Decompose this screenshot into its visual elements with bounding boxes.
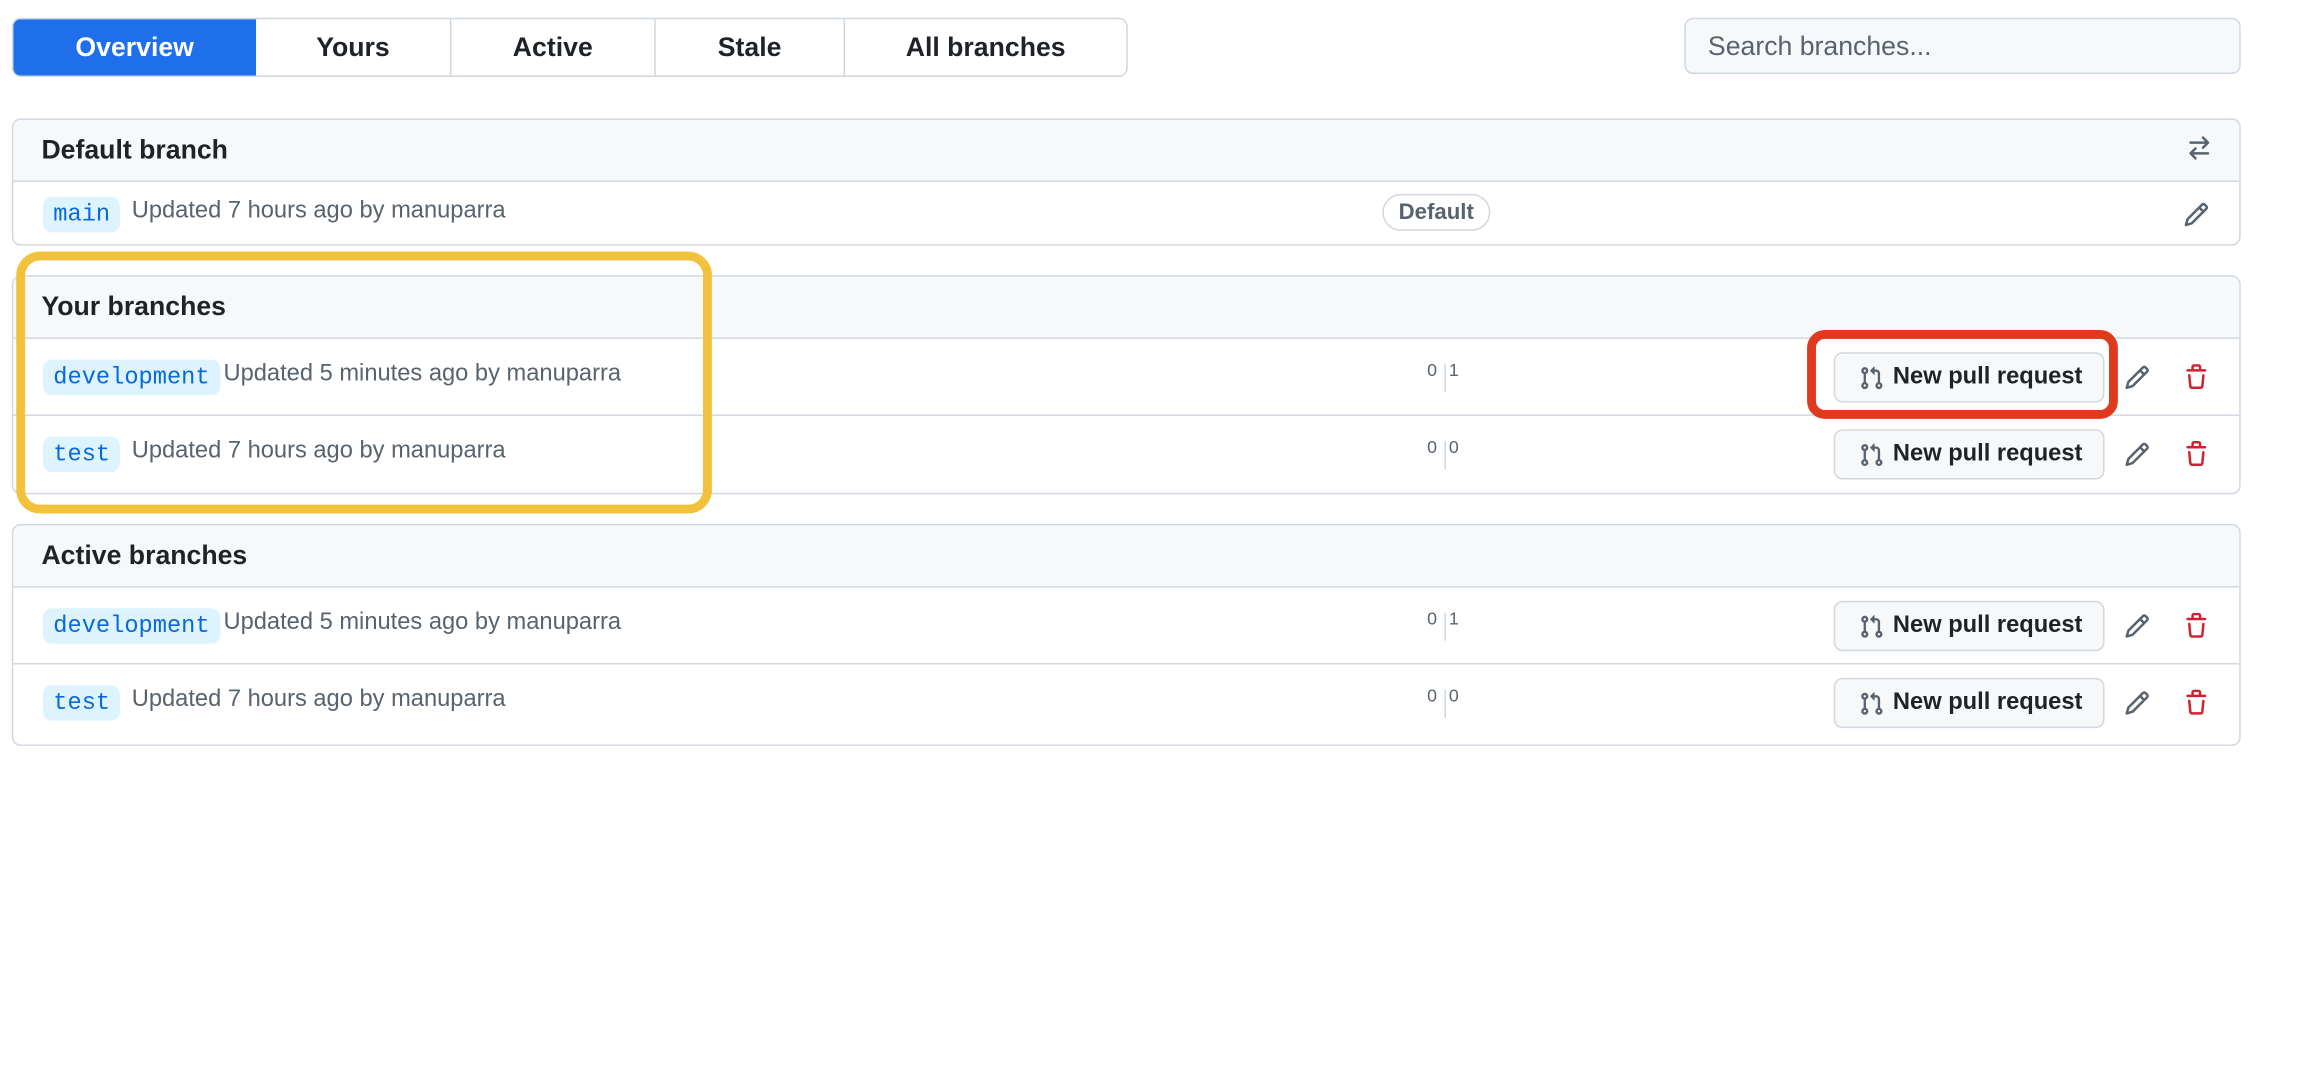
branch-row: main Updated 7 hours ago by manuparra De… xyxy=(13,182,2239,244)
ahead-behind-indicator: 0 0 xyxy=(1413,437,1472,470)
ahead-behind-indicator: 0 1 xyxy=(1413,608,1472,641)
default-badge: Default xyxy=(1382,193,1491,231)
rename-branch-icon[interactable] xyxy=(2177,195,2215,233)
section-header: Active branches xyxy=(13,525,2240,588)
ahead-behind-divider xyxy=(1444,612,1446,641)
ahead-count: 0 xyxy=(1448,436,1459,458)
branch-name-link[interactable]: development xyxy=(42,608,220,644)
delete-branch-icon[interactable] xyxy=(2177,684,2215,722)
active-branches-section: Active branches development Updated 5 mi… xyxy=(11,523,2241,746)
delete-branch-icon[interactable] xyxy=(2177,358,2215,396)
ahead-count: 1 xyxy=(1448,608,1459,629)
pull-request-icon xyxy=(1861,442,1883,466)
search-branches-input[interactable] xyxy=(1684,17,2241,74)
yellow-highlight-box xyxy=(16,251,712,514)
ahead-behind-divider xyxy=(1444,689,1446,718)
tab-active[interactable]: Active xyxy=(451,19,656,76)
rename-branch-icon[interactable] xyxy=(2118,607,2156,645)
behind-count: 0 xyxy=(1427,608,1438,629)
pull-request-icon xyxy=(1861,614,1883,638)
new-pull-request-label: New pull request xyxy=(1892,689,2083,715)
tab-stale[interactable]: Stale xyxy=(656,19,846,76)
pull-request-icon xyxy=(1861,691,1883,715)
branch-row: test Updated 7 hours ago by manuparra 0 … xyxy=(13,665,2239,742)
ahead-behind-divider xyxy=(1444,441,1446,470)
behind-count: 0 xyxy=(1427,359,1438,381)
tab-all-branches[interactable]: All branches xyxy=(845,19,1126,75)
new-pull-request-button[interactable]: New pull request xyxy=(1833,600,2105,652)
behind-count: 0 xyxy=(1427,685,1438,706)
tab-overview[interactable]: Overview xyxy=(13,19,257,76)
ahead-behind-indicator: 0 0 xyxy=(1413,685,1472,718)
rename-branch-icon[interactable] xyxy=(2118,435,2156,473)
branch-updated-meta: Updated 7 hours ago by manuparra xyxy=(131,198,506,224)
tab-yours[interactable]: Yours xyxy=(256,19,452,76)
switch-default-branch-icon[interactable] xyxy=(2186,135,2213,169)
branch-updated-meta: Updated 7 hours ago by manuparra xyxy=(131,686,506,712)
delete-branch-icon[interactable] xyxy=(2177,607,2215,645)
branch-filter-tabs: Overview Yours Active Stale All branches xyxy=(11,17,1128,77)
ahead-count: 1 xyxy=(1448,359,1459,381)
behind-count: 0 xyxy=(1427,436,1438,458)
new-pull-request-label: New pull request xyxy=(1892,612,2083,638)
section-title: Default branch xyxy=(41,134,228,165)
default-branch-section: Default branch main Updated 7 hours ago … xyxy=(11,118,2241,246)
ahead-behind-indicator: 0 1 xyxy=(1413,360,1472,393)
branch-name-link[interactable]: test xyxy=(42,685,121,721)
section-title: Active branches xyxy=(41,540,248,570)
delete-branch-icon[interactable] xyxy=(2177,435,2215,473)
rename-branch-icon[interactable] xyxy=(2118,358,2156,396)
new-pull-request-button[interactable]: New pull request xyxy=(1833,677,2105,729)
ahead-count: 0 xyxy=(1448,685,1459,706)
red-highlight-box xyxy=(1807,330,2118,419)
branch-row: development Updated 5 minutes ago by man… xyxy=(13,588,2240,665)
branch-updated-meta: Updated 5 minutes ago by manuparra xyxy=(223,609,622,635)
section-header: Default branch xyxy=(13,119,2240,183)
branch-name-link[interactable]: main xyxy=(42,196,121,233)
rename-branch-icon[interactable] xyxy=(2118,684,2156,722)
new-pull-request-label: New pull request xyxy=(1892,441,2083,467)
new-pull-request-button[interactable]: New pull request xyxy=(1833,429,2105,480)
ahead-behind-divider xyxy=(1444,364,1446,393)
